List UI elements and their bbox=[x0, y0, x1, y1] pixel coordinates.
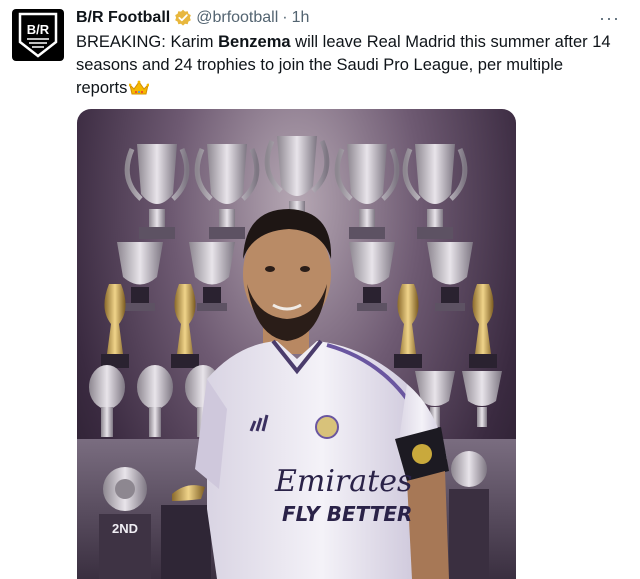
tweet-text: BREAKING: Karim Benzema will leave Real … bbox=[76, 31, 616, 103]
tweet-timestamp[interactable]: 1h bbox=[292, 9, 310, 27]
verified-badge-icon bbox=[174, 9, 192, 27]
tweet-text-part-1: BREAKING: Karim bbox=[76, 33, 219, 51]
crown-emoji-icon bbox=[128, 80, 150, 103]
plaque-text: 2ND bbox=[112, 521, 138, 536]
br-logo-icon: B/R bbox=[18, 12, 58, 58]
logo-text: B/R bbox=[27, 22, 50, 37]
author-handle[interactable]: @brfootball bbox=[196, 9, 278, 27]
tweet-image[interactable]: 2ND Emirates FLY BETTER bbox=[77, 109, 516, 579]
more-options-icon[interactable]: ··· bbox=[599, 8, 620, 29]
jersey-slogan: FLY BETTER bbox=[282, 502, 412, 526]
player-figure: Emirates FLY BETTER bbox=[195, 209, 449, 579]
trophy-illustration: 2ND Emirates FLY BETTER bbox=[77, 136, 516, 579]
tweet-text-bold: Benzema bbox=[218, 33, 291, 51]
avatar[interactable]: B/R bbox=[12, 9, 64, 61]
separator-dot: · bbox=[282, 9, 288, 26]
jersey-sponsor: Emirates bbox=[274, 464, 412, 499]
author-name[interactable]: B/R Football bbox=[76, 9, 170, 27]
tweet-header: B/R Football @brfootball · 1h bbox=[76, 7, 624, 29]
